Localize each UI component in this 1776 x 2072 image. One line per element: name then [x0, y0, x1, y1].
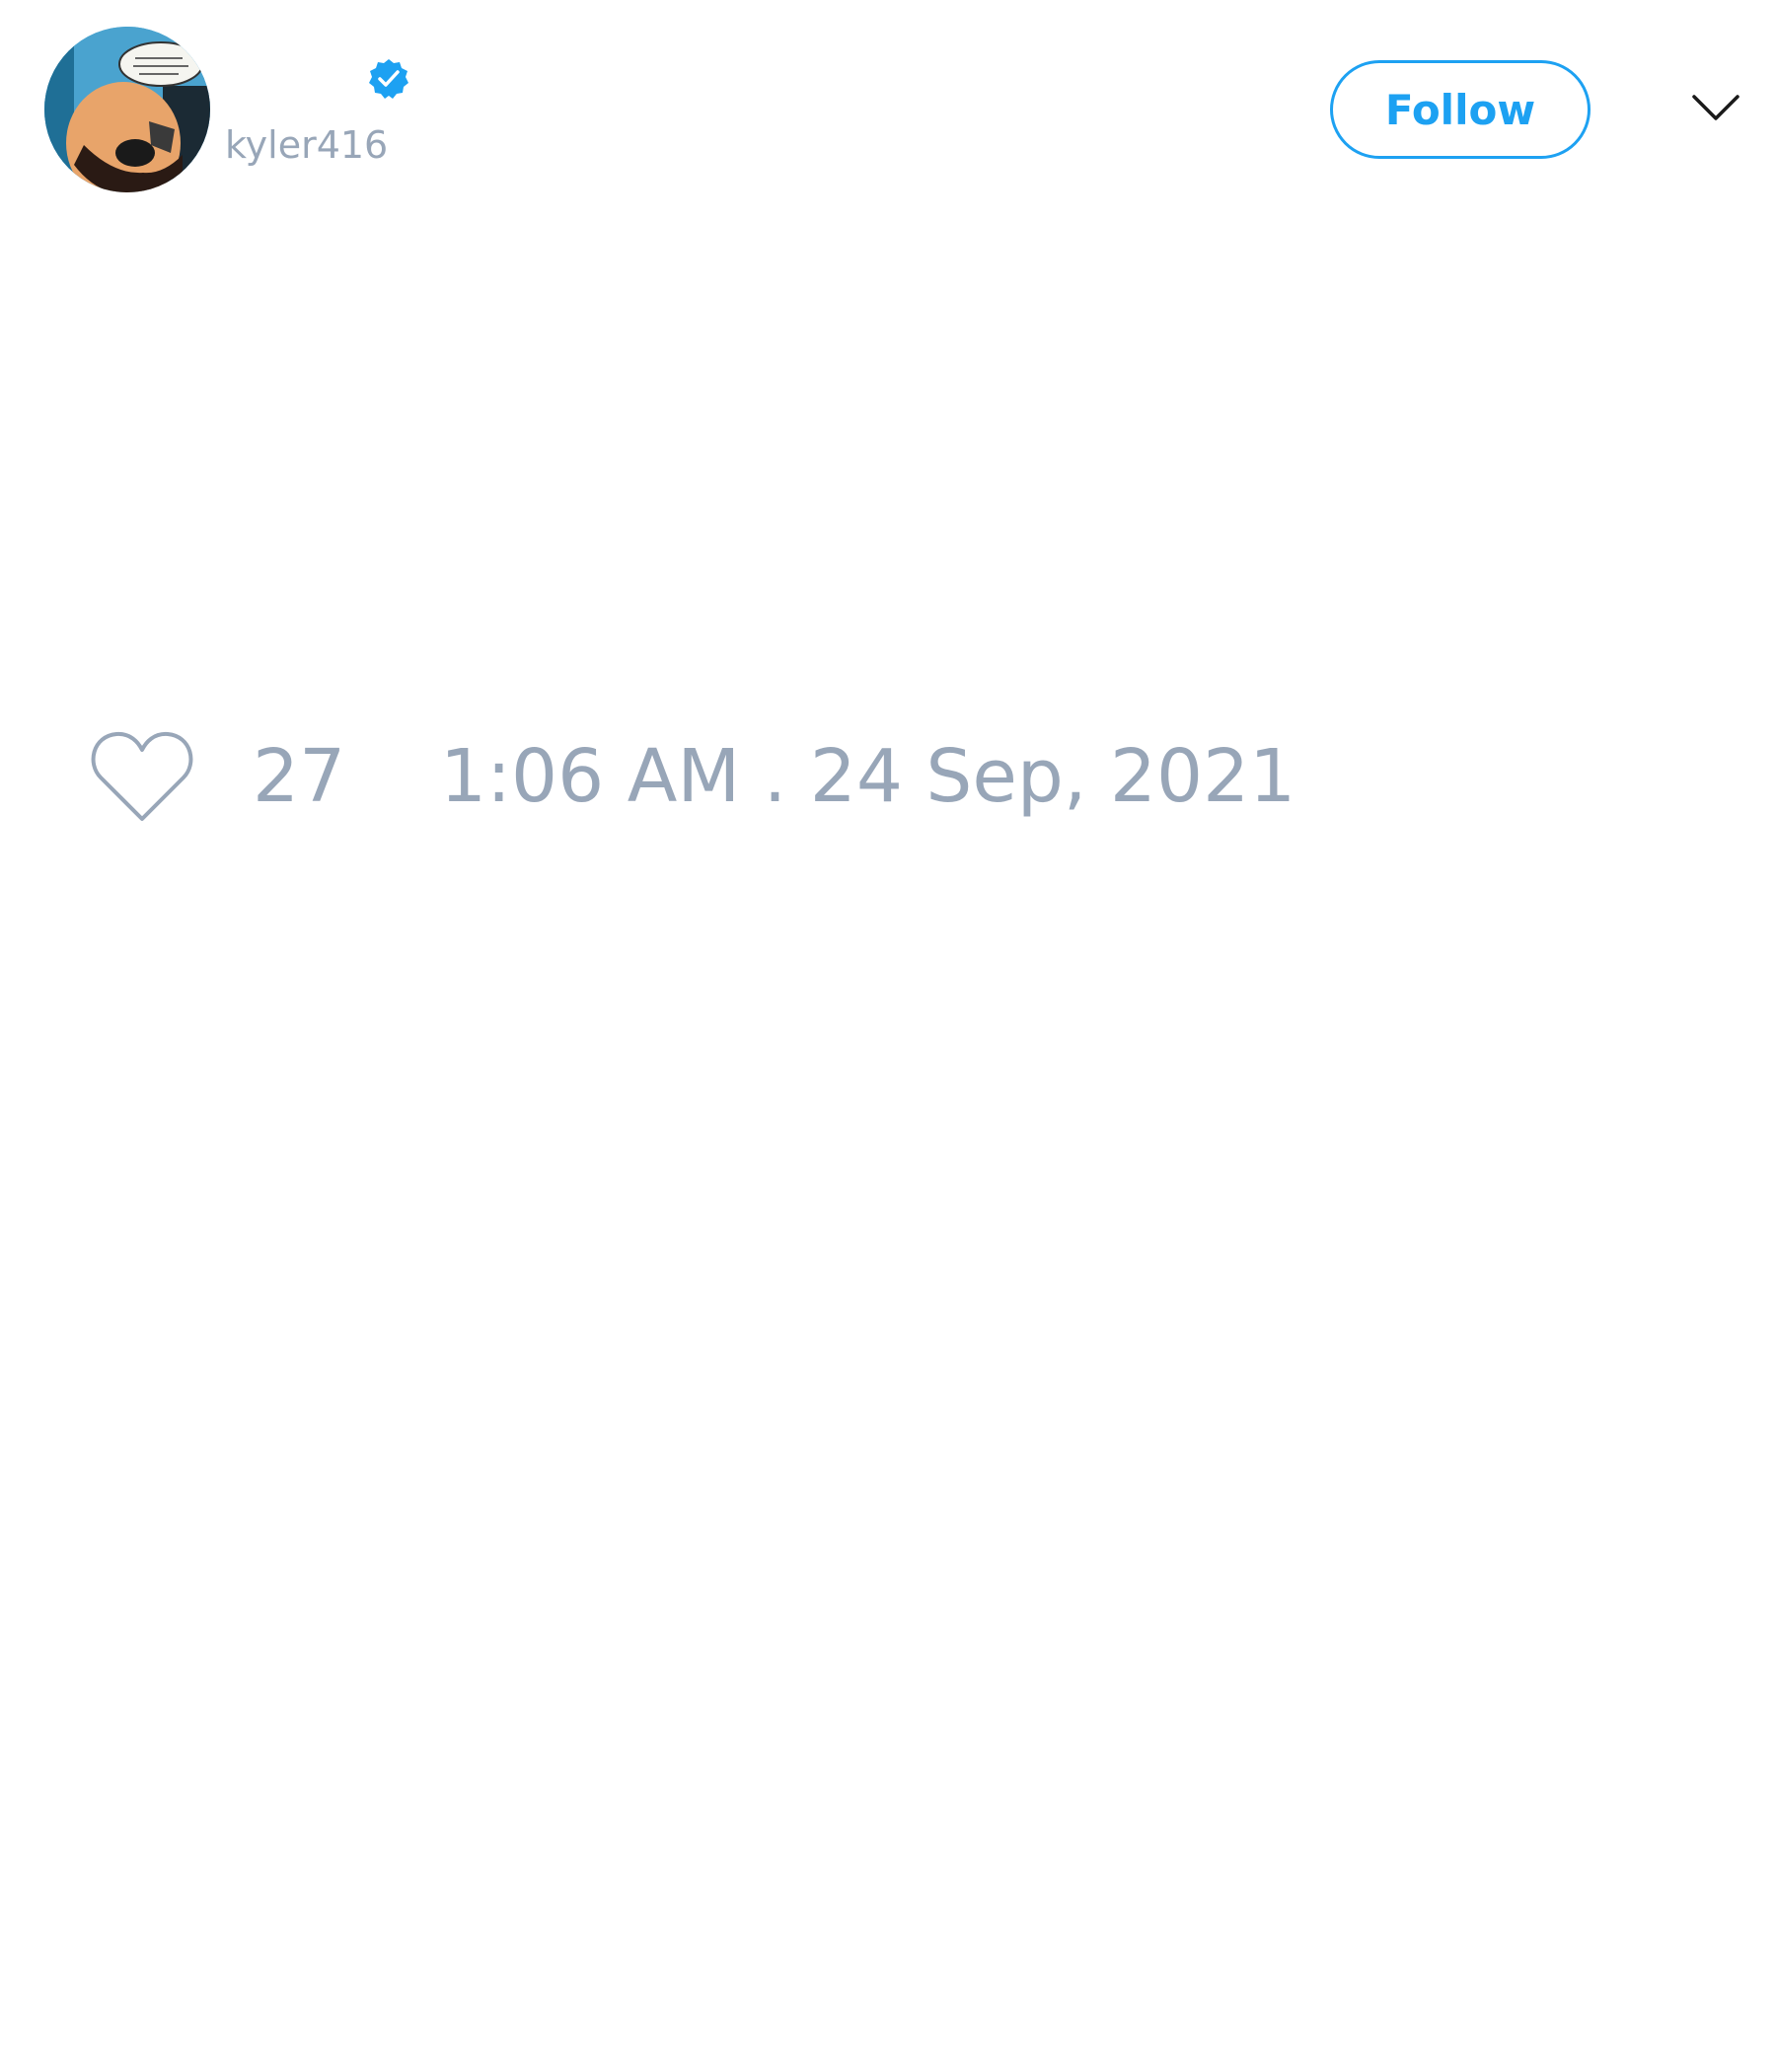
- follow-button[interactable]: Follow: [1330, 60, 1591, 159]
- avatar[interactable]: [44, 27, 210, 192]
- verified-badge-icon: [369, 59, 408, 99]
- heart-outline-icon[interactable]: [89, 728, 195, 825]
- author-handle[interactable]: kyler416: [225, 126, 388, 164]
- tweet-timestamp[interactable]: 1:06 AM . 24 Sep, 2021: [440, 740, 1295, 813]
- chevron-down-icon[interactable]: [1691, 91, 1740, 124]
- like-count: 27: [253, 734, 346, 819]
- avatar-image: [44, 27, 210, 192]
